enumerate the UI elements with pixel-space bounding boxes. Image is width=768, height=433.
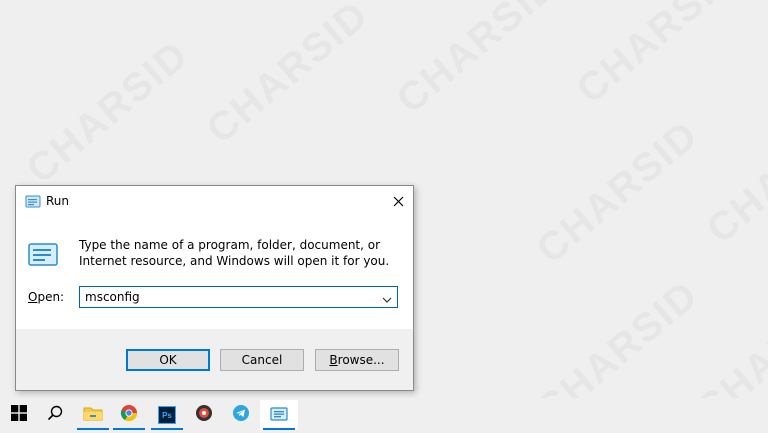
watermark: CHARSID bbox=[528, 112, 708, 273]
open-combobox[interactable]: msconfig bbox=[79, 286, 398, 308]
taskbar-media-player[interactable] bbox=[185, 400, 223, 430]
taskbar: Ps bbox=[0, 398, 768, 432]
browse-mnemonic: B bbox=[329, 353, 338, 367]
close-button[interactable] bbox=[383, 186, 413, 216]
run-large-icon bbox=[27, 242, 59, 266]
search-button[interactable] bbox=[36, 400, 74, 430]
dialog-description: Type the name of a program, folder, docu… bbox=[79, 238, 390, 268]
chevron-down-icon bbox=[382, 288, 392, 307]
search-icon bbox=[47, 405, 63, 425]
taskbar-photoshop[interactable]: Ps bbox=[148, 400, 186, 430]
title-bar[interactable]: Run bbox=[16, 186, 413, 216]
taskbar-run[interactable] bbox=[260, 400, 298, 430]
taskbar-chrome[interactable] bbox=[110, 400, 148, 430]
chrome-icon bbox=[120, 404, 138, 426]
watermark: CHARSID bbox=[388, 0, 568, 123]
browse-rest: rowse... bbox=[337, 353, 385, 367]
ok-button[interactable]: OK bbox=[126, 349, 210, 371]
dialog-title: Run bbox=[46, 194, 70, 208]
open-input[interactable]: msconfig bbox=[85, 290, 140, 304]
watermark: CHARSID bbox=[568, 0, 748, 113]
photoshop-icon: Ps bbox=[158, 406, 176, 424]
browse-button[interactable]: Browse... bbox=[315, 349, 399, 371]
dialog-footer: OK Cancel Browse... bbox=[16, 329, 413, 390]
watermark: CHARSID bbox=[198, 0, 378, 153]
run-icon bbox=[25, 194, 41, 208]
run-app-icon bbox=[270, 406, 288, 425]
open-label-rest: pen: bbox=[37, 290, 65, 304]
photoshop-label: Ps bbox=[162, 410, 172, 420]
telegram-icon bbox=[232, 404, 250, 426]
open-label: Open: bbox=[28, 290, 64, 304]
watermark: CHARSID bbox=[18, 32, 198, 193]
taskbar-file-explorer[interactable] bbox=[74, 400, 112, 430]
start-button[interactable] bbox=[0, 400, 38, 430]
dropdown-button[interactable] bbox=[379, 288, 395, 306]
cancel-button[interactable]: Cancel bbox=[220, 349, 304, 371]
taskbar-telegram[interactable] bbox=[222, 400, 260, 430]
close-icon bbox=[393, 192, 404, 211]
windows-start-icon bbox=[11, 405, 27, 425]
watermark: CHARSID bbox=[698, 92, 768, 253]
run-dialog: Run Type the name of a program, folder, … bbox=[15, 185, 414, 391]
file-explorer-icon bbox=[83, 405, 103, 425]
media-player-icon bbox=[195, 404, 213, 426]
